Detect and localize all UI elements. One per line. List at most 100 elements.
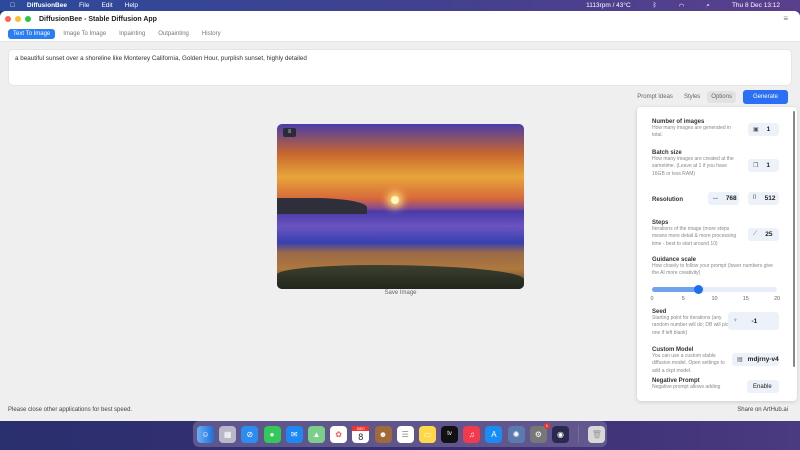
clock[interactable]: Thu 8 Dec 13:12 <box>732 2 780 9</box>
guidance-tick: 20 <box>773 296 781 302</box>
styles-button[interactable]: Styles <box>680 91 704 103</box>
calendar-icon[interactable]: DEC 8 <box>352 425 370 443</box>
menu-edit[interactable]: Edit <box>101 2 112 9</box>
maps-icon[interactable]: ▲ <box>307 425 325 443</box>
seed-section: Seed Starting point for iterations (any … <box>652 309 780 337</box>
tab-image-to-image[interactable]: Image To Image <box>58 29 111 39</box>
seedling-icon: ♆ <box>733 318 738 324</box>
bluetooth-icon[interactable]: ᛒ <box>653 2 657 9</box>
generate-button[interactable]: Generate <box>742 90 788 104</box>
search-icon[interactable]: ⌕ <box>706 2 710 10</box>
share-arthub-link[interactable]: Share on ArtHub.ai <box>737 407 788 413</box>
finder-icon[interactable]: ☺ <box>197 425 214 443</box>
music-icon[interactable]: ♫ <box>463 425 481 443</box>
image-menu-icon[interactable]: ≡ <box>283 128 296 137</box>
mail-icon[interactable]: ✉ <box>285 425 303 443</box>
speed-hint: Please close other applications for best… <box>8 407 133 413</box>
guidance-tick: 5 <box>681 296 685 302</box>
wifi-icon[interactable]: ◠ <box>679 2 685 10</box>
safari-icon[interactable]: ⊘ <box>241 425 259 443</box>
options-panel: Number of images How many images are gen… <box>637 107 797 401</box>
num-images-section: Number of images How many images are gen… <box>652 119 780 140</box>
guidance-slider[interactable] <box>652 284 777 294</box>
res-height: 512 <box>764 195 776 202</box>
custom-model-select[interactable]: ▤ mdjrny-v4 <box>732 353 779 366</box>
apple-icon[interactable]:  <box>10 2 15 9</box>
save-image-button[interactable]: Save Image <box>277 290 524 296</box>
tab-outpainting[interactable]: Outpainting <box>153 29 194 39</box>
menu-help[interactable]: Help <box>125 2 138 9</box>
window-title: DiffusionBee - Stable Diffusion App <box>39 15 157 23</box>
minimize-button[interactable] <box>15 16 21 22</box>
close-button[interactable] <box>5 16 11 22</box>
model-value: mdjrny-v4 <box>747 356 779 363</box>
resolution-section: Resolution ⌴ 768 ⌷ 512 <box>652 189 780 205</box>
num-images-input[interactable]: ▣ 1 <box>748 123 779 136</box>
guidance-knob[interactable] <box>694 284 704 294</box>
photos-icon[interactable]: ✿ <box>330 425 348 443</box>
guidance-section: Guidance scale How closely to follow you… <box>650 257 780 302</box>
options-button[interactable]: Options <box>707 91 736 103</box>
batch-size-input[interactable]: ❐ 1 <box>748 159 779 172</box>
tab-history[interactable]: History <box>197 29 226 39</box>
messages-icon[interactable]: ● <box>263 425 281 443</box>
diffusionbee-icon[interactable]: ◉ <box>552 425 569 443</box>
resolution-width-input[interactable]: ⌴ 768 <box>708 192 739 205</box>
generated-image: ≡ <box>277 124 524 289</box>
batch-desc: How many images are created at the samet… <box>652 156 734 177</box>
settings-badge: 1 <box>543 422 550 429</box>
fan-control-icon[interactable]: ✺ <box>507 425 525 443</box>
pencil-icon: ⟋ <box>753 231 758 237</box>
seed-input[interactable]: ♆ -1 <box>728 312 779 330</box>
fan-status[interactable]: 1113rpm / 43°C <box>586 2 631 9</box>
dock-separator <box>578 425 580 443</box>
menu-icon[interactable]: ≡ <box>783 14 788 23</box>
steps-input[interactable]: ⟋ 25 <box>748 228 779 241</box>
prompt-ideas-button[interactable]: Prompt Ideas <box>633 91 677 103</box>
tab-text-to-image[interactable]: Text To Image <box>8 29 56 39</box>
negative-desc: Negative prompt allows adding <box>652 384 721 390</box>
trash-icon[interactable]: 🗑 <box>588 425 606 443</box>
model-icon: ▤ <box>737 357 743 363</box>
app-store-icon[interactable]: A <box>485 425 503 443</box>
num-images-desc: How many images are generated in total. <box>652 125 731 139</box>
tab-inpainting[interactable]: Inpainting <box>114 29 150 39</box>
guidance-tick: 10 <box>711 296 718 302</box>
dock: ☺ ▦ ⊘ ● ✉ ▲ ✿ DEC 8 ☻ ☰ ▭ tv ♫ A ✺ ⚙ 1 ◉ 🗑 <box>193 421 607 447</box>
enable-negative-button[interactable]: Enable <box>747 380 779 393</box>
menu-bar:  DiffusionBee File Edit Help 1113rpm / … <box>0 0 800 11</box>
app-window: DiffusionBee - Stable Diffusion App ≡ Te… <box>0 11 800 421</box>
system-settings-icon[interactable]: ⚙ 1 <box>529 422 550 443</box>
height-icon: ⌷ <box>753 195 757 201</box>
contacts-icon[interactable]: ☻ <box>374 425 392 443</box>
custom-model-section: Custom Model You can use a custom stable… <box>652 347 780 375</box>
width-icon: ⌴ <box>713 195 718 201</box>
copy-icon: ❐ <box>753 163 759 169</box>
guidance-tick: 0 <box>650 296 654 302</box>
resolution-height-input[interactable]: ⌷ 512 <box>748 192 779 205</box>
menu-file[interactable]: File <box>79 2 89 9</box>
title-bar: DiffusionBee - Stable Diffusion App ≡ <box>0 11 800 27</box>
guidance-desc: How closely to follow your prompt (lower… <box>652 263 773 277</box>
tab-bar: Text To Image Image To Image Inpainting … <box>0 27 800 42</box>
guidance-tick: 15 <box>742 296 749 302</box>
sun <box>391 196 399 204</box>
res-width: 768 <box>725 195 737 202</box>
launchpad-icon[interactable]: ▦ <box>219 425 237 443</box>
scrollbar[interactable] <box>793 111 795 367</box>
prompt-input[interactable]: a beautiful sunset over a shoreline like… <box>8 49 792 86</box>
negative-prompt-section: Negative Prompt Negative prompt allows a… <box>652 378 780 393</box>
seed-desc: Starting point for iterations (any rando… <box>652 315 731 336</box>
action-row: Prompt Ideas Styles Options Generate <box>633 90 788 104</box>
steps-value: 25 <box>765 231 773 238</box>
guidance-fill <box>652 287 699 292</box>
batch-size-section: Batch size How many images are created a… <box>652 150 780 178</box>
zoom-button[interactable] <box>25 16 31 22</box>
num-images-value: 1 <box>766 126 771 133</box>
foreground-brush <box>277 265 524 289</box>
tv-icon[interactable]: tv <box>441 425 459 443</box>
steps-section: Steps Iterations of the image (more step… <box>652 220 780 248</box>
notes-icon[interactable]: ▭ <box>418 425 436 443</box>
menu-app[interactable]: DiffusionBee <box>27 2 67 9</box>
reminders-icon[interactable]: ☰ <box>396 425 414 443</box>
